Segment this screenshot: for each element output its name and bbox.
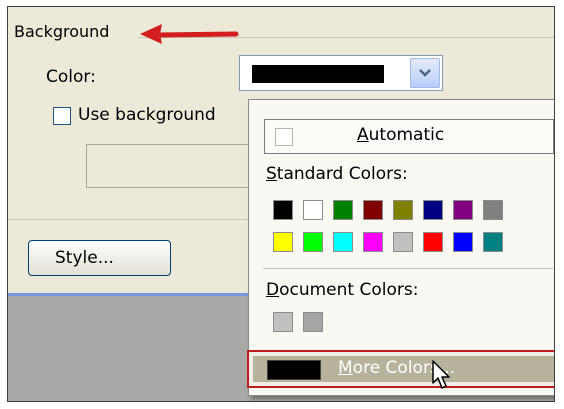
automatic-color-button[interactable]: Automatic <box>264 119 554 154</box>
use-background-label: Use background <box>78 105 216 125</box>
dropdown-button[interactable] <box>410 58 440 88</box>
section-title: Background <box>14 22 110 41</box>
color-swatch-white[interactable] <box>303 200 323 220</box>
color-swatch-gray[interactable] <box>483 200 503 220</box>
color-swatch-silver[interactable] <box>393 232 413 252</box>
menu-divider <box>263 268 553 269</box>
more-colors-button[interactable]: More Colors... <box>247 350 554 389</box>
standard-colors-label: Standard Colors: <box>266 164 408 184</box>
automatic-swatch <box>275 128 293 146</box>
color-swatch-fuchsia[interactable] <box>363 232 383 252</box>
standard-colors-row-1 <box>273 200 513 222</box>
color-swatch-teal[interactable] <box>483 232 503 252</box>
color-dropdown-menu: Automatic Standard Colors: Document Colo… <box>247 99 554 396</box>
color-picker-dropdown[interactable] <box>239 55 443 91</box>
mouse-cursor-icon <box>432 360 450 389</box>
color-swatch-yellow[interactable] <box>273 232 293 252</box>
red-arrow-icon <box>140 24 239 44</box>
style-button[interactable]: Style... <box>28 240 171 276</box>
more-colors-highlight: More Colors... <box>253 356 554 389</box>
color-swatch-maroon[interactable] <box>363 200 383 220</box>
dialog-frame: Background Color: Use background Style..… <box>7 6 555 402</box>
standard-colors-row-2 <box>273 232 513 254</box>
color-swatch-purple[interactable] <box>453 200 473 220</box>
color-swatch-aqua[interactable] <box>333 232 353 252</box>
use-background-checkbox[interactable] <box>53 107 71 125</box>
automatic-label: Automatic <box>357 125 445 145</box>
color-swatch-blue[interactable] <box>453 232 473 252</box>
document-colors-row <box>273 312 333 332</box>
color-swatch-navy[interactable] <box>423 200 443 220</box>
document-color-swatch-1[interactable] <box>273 312 293 332</box>
color-swatch-olive[interactable] <box>393 200 413 220</box>
standard-colors-grid <box>273 200 513 264</box>
color-label: Color: <box>46 67 96 87</box>
document-color-swatch-2[interactable] <box>303 312 323 332</box>
dropdown-chevron-icon <box>419 69 431 77</box>
more-colors-swatch <box>267 360 321 380</box>
color-swatch-green[interactable] <box>333 200 353 220</box>
current-color-swatch <box>252 65 384 83</box>
color-swatch-red[interactable] <box>423 232 443 252</box>
color-swatch-black[interactable] <box>273 200 293 220</box>
document-colors-label: Document Colors: <box>266 280 419 300</box>
color-swatch-lime[interactable] <box>303 232 323 252</box>
